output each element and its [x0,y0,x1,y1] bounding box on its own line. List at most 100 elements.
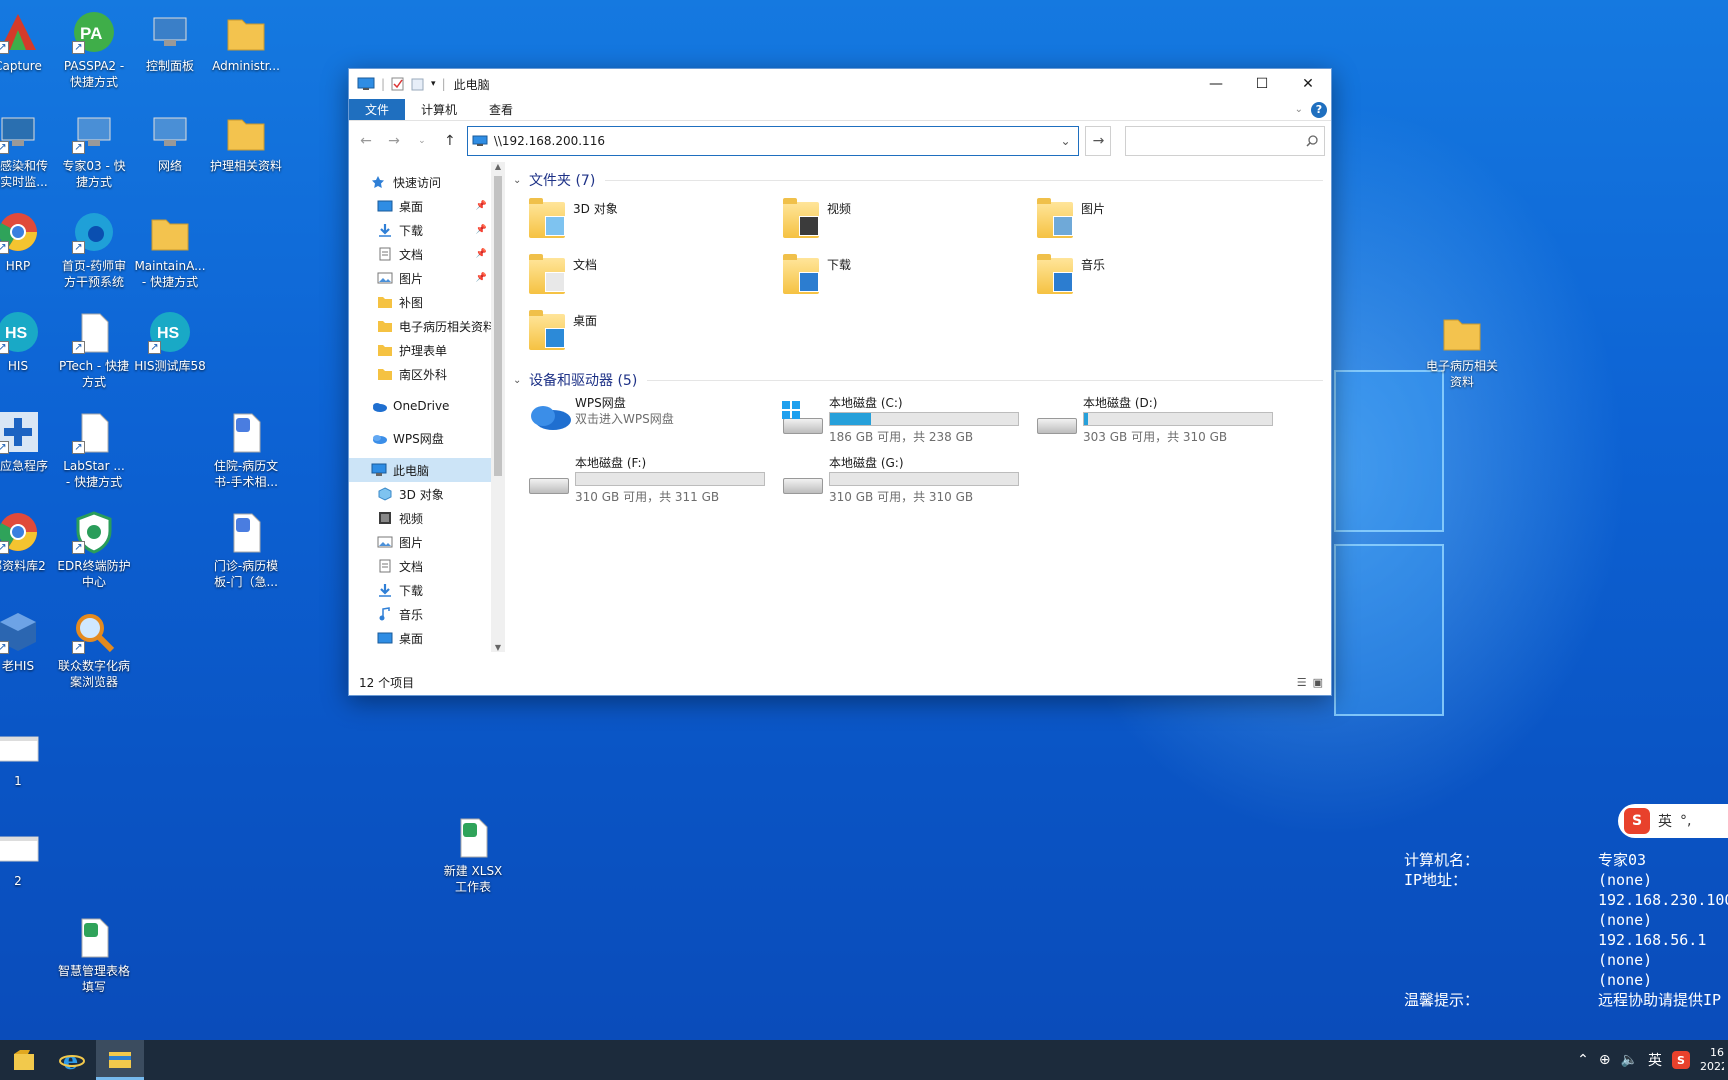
scrollbar-thumb[interactable] [494,176,502,476]
desktop-icon-item[interactable]: ↗ 联众数字化病 案浏览器 [52,610,136,690]
desktop-icon-item[interactable]: 智慧管理表格 填写 [52,915,136,995]
up-button[interactable]: ↑ [439,133,461,149]
input-language[interactable]: 英 [1648,1050,1662,1070]
forward-button[interactable]: → [383,133,405,149]
desktop-icon-item[interactable]: ↗ 部资料库2 [0,510,60,574]
nav-item[interactable]: 补图 [349,290,491,314]
scroll-up-icon[interactable]: ▲ [491,162,505,171]
address-dropdown-icon[interactable]: ⌄ [1052,134,1078,148]
search-input[interactable] [1125,126,1326,156]
nav-item[interactable]: 桌面 [349,626,491,650]
desktop-icon-item[interactable]: 门诊-病历模 板-门（急... [204,510,288,590]
desktop-icon-item[interactable]: ↗ 专家03 - 快 捷方式 [52,110,136,190]
go-button[interactable]: → [1085,126,1112,156]
desktop-icon-item[interactable]: Administr... [204,10,288,74]
expand-ribbon-icon[interactable]: ⌄ [1295,104,1303,115]
desktop-icon-item[interactable]: ↗ HRP [0,210,60,274]
desktop-icon-item[interactable]: PA ↗ PASSPA2 - 快捷方式 [52,10,136,90]
new-folder-icon[interactable] [411,77,425,91]
address-bar[interactable]: \\192.168.200.116 ⌄ [466,126,1080,156]
desktop-icon-item[interactable]: 新建 XLSX 工作表 [431,815,515,895]
desktop-icon-item[interactable]: HS ↗ HIS [0,310,60,374]
folder-item[interactable]: 图片 [1033,192,1287,248]
tab-computer[interactable]: 计算机 [405,99,473,120]
desktop-icon-item[interactable]: 住院-病历文 书-手术相... [204,410,288,490]
nav-item[interactable]: 快速访问 [349,170,491,194]
tab-view[interactable]: 查看 [473,99,529,120]
close-button[interactable]: ✕ [1285,69,1331,99]
folder-item[interactable]: 桌面 [525,304,779,360]
group-header-folders[interactable]: ⌄ 文件夹 (7) [513,168,1323,192]
desktop-icon-item[interactable]: ↗ Capture [0,10,60,74]
nav-item[interactable]: 视频 [349,506,491,530]
nav-item[interactable]: 桌面 📌 [349,194,491,218]
volume-muted-icon[interactable]: 🔈 [1621,1052,1638,1068]
taskbar-ie[interactable]: e [48,1040,96,1080]
folder-item[interactable]: 音乐 [1033,248,1287,304]
sogou-tray-icon[interactable]: S [1672,1051,1690,1069]
desktop-icon-item[interactable]: 控制面板 [128,10,212,74]
drive-item[interactable]: WPS网盘 双击进入WPS网盘 [525,392,779,452]
show-hidden-icons-icon[interactable]: ⌃ [1577,1052,1589,1068]
collapse-chevron-icon[interactable]: ⌄ [513,175,529,186]
taskbar-explorer[interactable] [96,1040,144,1080]
maximize-button[interactable]: ☐ [1239,69,1285,99]
nav-item[interactable]: 护理表单 [349,338,491,362]
folder-item[interactable]: 文档 [525,248,779,304]
drive-item[interactable]: 本地磁盘 (D:) 303 GB 可用，共 310 GB [1033,392,1287,452]
title-bar[interactable]: | ▾ | 此电脑 — ☐ ✕ [349,69,1331,99]
network-globe-icon[interactable]: ⊕ [1599,1052,1611,1068]
ime-punct[interactable]: °, [1680,813,1691,829]
nav-item[interactable]: 3D 对象 [349,482,491,506]
desktop-icon-item[interactable]: 2 [0,825,60,889]
nav-item[interactable]: 此电脑 [349,458,491,482]
ime-toolbar[interactable]: S 英 °, [1618,804,1728,838]
collapse-chevron-icon[interactable]: ⌄ [513,375,529,386]
drive-item[interactable]: 本地磁盘 (F:) 310 GB 可用，共 311 GB [525,452,779,512]
desktop-icon-item[interactable]: MaintainA... - 快捷方式 [128,210,212,290]
nav-item[interactable]: 文档 [349,554,491,578]
taskbar-file-manager[interactable] [0,1040,48,1080]
desktop-icon-item[interactable]: ↗ EDR终端防护 中心 [52,510,136,590]
folder-item[interactable]: 视频 [779,192,1033,248]
nav-item[interactable]: 音乐 [349,602,491,626]
desktop-icon-item[interactable]: 电子病历相关 资料 [1420,310,1504,390]
nav-item[interactable]: 图片 [349,530,491,554]
nav-item[interactable]: 文档 📌 [349,242,491,266]
desktop-icon-item[interactable]: HS ↗ HIS测试库58 [128,310,212,374]
help-icon[interactable]: ? [1311,101,1327,118]
nav-item[interactable]: 下载 📌 [349,218,491,242]
desktop-icon-item[interactable]: ↗ 老HIS [0,610,60,674]
nav-item[interactable]: WPS网盘 [349,426,491,450]
nav-item[interactable]: 电子病历相关资料 [349,314,491,338]
customize-toolbar-icon[interactable]: ▾ [431,79,436,89]
sogou-ime-icon[interactable]: S [1624,808,1650,834]
recent-locations-icon[interactable]: ⌄ [411,136,433,146]
properties-icon[interactable] [391,77,405,91]
address-input[interactable]: \\192.168.200.116 [494,134,1047,148]
desktop-icon-item[interactable]: ↗ LabStar ... - 快捷方式 [52,410,136,490]
desktop-icon-item[interactable]: ↗ 内应急程序 [0,410,60,474]
tab-file[interactable]: 文件 [349,99,406,120]
desktop-icon-item[interactable]: 网络 [128,110,212,174]
details-view-icon[interactable]: ☰ [1297,676,1307,689]
drive-item[interactable]: 本地磁盘 (G:) 310 GB 可用，共 310 GB [779,452,1033,512]
scroll-down-icon[interactable]: ▼ [491,643,505,652]
nav-item[interactable]: OneDrive [349,394,491,418]
folder-item[interactable]: 下载 [779,248,1033,304]
nav-item[interactable]: 南区外科 [349,362,491,386]
group-header-drives[interactable]: ⌄ 设备和驱动器 (5) [513,368,1323,392]
nav-item[interactable]: 图片 📌 [349,266,491,290]
ime-language[interactable]: 英 [1658,811,1672,831]
desktop-icon-item[interactable]: ↗ PTech - 快捷 方式 [52,310,136,390]
drive-item[interactable]: 本地磁盘 (C:) 186 GB 可用，共 238 GB [779,392,1033,452]
clock[interactable]: 16 2022 [1700,1046,1724,1074]
nav-item[interactable]: 下载 [349,578,491,602]
desktop-icon-item[interactable]: 1 [0,725,60,789]
desktop-icon-item[interactable]: ↗ 院感染和传 病实时监... [0,110,60,190]
large-icons-view-icon[interactable]: ▣ [1313,676,1323,689]
folder-item[interactable]: 3D 对象 [525,192,779,248]
nav-scrollbar[interactable]: ▲ ▼ [491,162,505,652]
back-button[interactable]: ← [355,133,377,149]
minimize-button[interactable]: — [1193,69,1239,99]
